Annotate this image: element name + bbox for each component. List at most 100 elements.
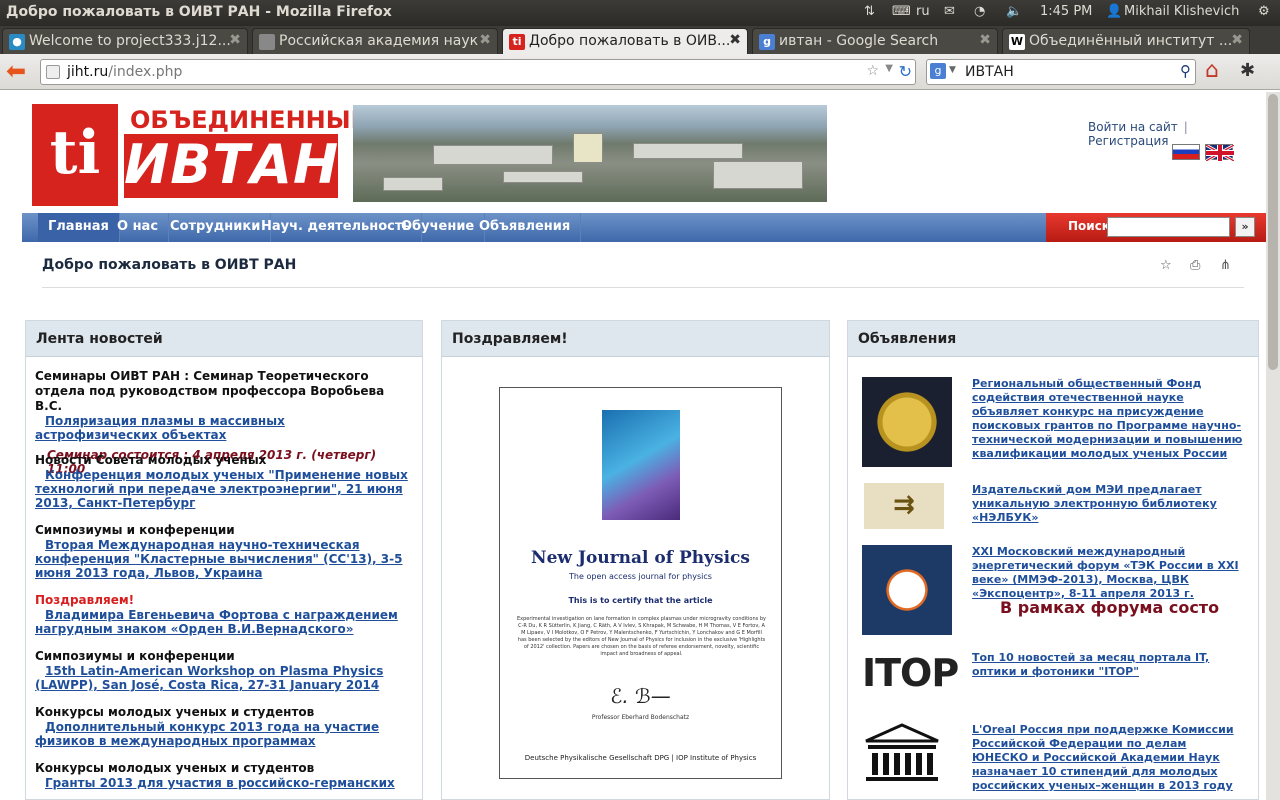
search-bar[interactable]: g ▼ ИВТАН ⚲ bbox=[926, 59, 1196, 85]
page-title: Добро пожаловать в ОИВТ РАН bbox=[42, 257, 297, 273]
reload-icon[interactable]: ↻ bbox=[899, 62, 912, 81]
logo-main-text: ИВТАН bbox=[124, 133, 340, 198]
english-flag-icon[interactable] bbox=[1205, 143, 1235, 163]
close-tab-icon[interactable]: ✖ bbox=[729, 32, 741, 48]
tab-jiht[interactable]: ti Добро пожаловать в ОИВ... ✖ bbox=[502, 28, 748, 54]
announcement-link[interactable]: Региональный общественный Фонд содействи… bbox=[972, 377, 1244, 461]
bookmark-star-icon[interactable]: ☆ bbox=[866, 63, 879, 79]
tab-strip: ● Welcome to project333.j12... ✖ Российс… bbox=[0, 26, 1280, 76]
tek-logo-icon[interactable] bbox=[862, 545, 952, 635]
home-icon[interactable]: ⌂ bbox=[1205, 58, 1219, 83]
scrollbar-thumb[interactable] bbox=[1268, 94, 1278, 370]
search-bar-value: ИВТАН bbox=[965, 64, 1014, 80]
news-category: Конкурсы молодых ученых и студентов bbox=[35, 705, 315, 719]
news-category: Конкурсы молодых ученых и студентов bbox=[35, 761, 315, 775]
user-icon[interactable]: 👤 bbox=[1106, 4, 1122, 19]
forum-marquee: В рамках форума состо bbox=[1000, 598, 1220, 617]
url-host: jiht.ru bbox=[67, 64, 109, 80]
window-title: Добро пожаловать в ОИВТ РАН - Mozilla Fi… bbox=[6, 4, 392, 20]
congrats-heading: Поздравляем! bbox=[442, 321, 829, 357]
volume-icon[interactable]: 🔈 bbox=[1006, 4, 1022, 19]
register-link[interactable]: Регистрация bbox=[1088, 134, 1168, 148]
tab-project333[interactable]: ● Welcome to project333.j12... ✖ bbox=[2, 28, 248, 54]
news-link[interactable]: Гранты 2013 для участия в российско-герм… bbox=[35, 776, 410, 790]
news-link[interactable]: Вторая Международная научно-техническая … bbox=[35, 538, 410, 580]
unesco-logo-icon[interactable] bbox=[862, 723, 952, 783]
mail-icon[interactable]: ✉ bbox=[944, 4, 955, 19]
site-search-input[interactable] bbox=[1107, 217, 1230, 237]
news-item: Поздравляем! Владимира Евгеньевича Форто… bbox=[35, 593, 410, 636]
sitemap-icon[interactable]: ⋔ bbox=[1220, 258, 1231, 273]
network-icon[interactable]: ⇅ bbox=[864, 4, 875, 19]
news-item: Конкурсы молодых ученых и студентов Допо… bbox=[35, 705, 410, 748]
login-link[interactable]: Войти на сайт bbox=[1088, 120, 1178, 134]
signature: ℰ. ℬ— bbox=[610, 684, 671, 708]
itop-logo-icon[interactable]: ITOP bbox=[862, 651, 959, 695]
news-category: Симпозиумы и конференции bbox=[35, 523, 235, 537]
user-name[interactable]: Mikhail Klishevich bbox=[1124, 4, 1239, 19]
close-tab-icon[interactable]: ✖ bbox=[979, 32, 991, 48]
power-icon[interactable]: ⚙ bbox=[1258, 4, 1270, 19]
keyboard-icon[interactable]: ⌨ bbox=[892, 4, 911, 19]
news-item: Симпозиумы и конференции 15th Latin-Amer… bbox=[35, 649, 410, 692]
news-link[interactable]: 15th Latin-American Workshop on Plasma P… bbox=[35, 664, 410, 692]
drupal-icon: ● bbox=[9, 34, 25, 50]
url-dropdown-icon[interactable]: ▼ bbox=[885, 63, 893, 74]
url-bar[interactable]: jiht.ru/index.php ☆ ▼ ↻ bbox=[40, 59, 916, 85]
news-link[interactable]: Поляризация плазмы в массивных астрофизи… bbox=[35, 414, 410, 442]
menu-announcements[interactable]: Объявления bbox=[469, 213, 582, 242]
close-tab-icon[interactable]: ✖ bbox=[229, 32, 241, 48]
tab-google[interactable]: g ивтан - Google Search ✖ bbox=[752, 28, 998, 54]
certificate-footer: Deutsche Physikalische Gesellschaft DPG … bbox=[524, 754, 757, 762]
news-category: Новости Совета молодых ученых bbox=[35, 453, 267, 467]
site-identity-icon[interactable] bbox=[46, 65, 60, 79]
back-button[interactable]: ⬅ bbox=[6, 59, 32, 84]
print-icon[interactable]: ⎙ bbox=[1190, 258, 1200, 273]
mei-logo-icon[interactable]: ⇉ bbox=[864, 483, 944, 529]
medal-icon[interactable] bbox=[862, 377, 952, 467]
journal-cover bbox=[602, 410, 680, 520]
tab-wikipedia[interactable]: W Объединённый институт ... ✖ bbox=[1002, 28, 1250, 54]
logo-mark: ti bbox=[32, 104, 118, 206]
certificate-title: New Journal of Physics bbox=[531, 548, 750, 568]
addon-icon[interactable]: ✱ bbox=[1240, 60, 1255, 81]
announcement-link[interactable]: L'Oreal Россия при поддержке Комиссии Ро… bbox=[972, 723, 1244, 793]
announcement-link[interactable]: XXI Московский международный энергетичес… bbox=[972, 545, 1244, 601]
certificate-signer: Professor Eberhard Bodenschatz bbox=[591, 714, 690, 721]
announcement-link[interactable]: Топ 10 новостей за месяц портала IT, опт… bbox=[972, 651, 1244, 679]
wikipedia-icon: W bbox=[1009, 34, 1025, 50]
announcement-link[interactable]: Издательский дом МЭИ предлагает уникальн… bbox=[972, 483, 1244, 525]
news-heading: Лента новостей bbox=[26, 321, 422, 357]
close-tab-icon[interactable]: ✖ bbox=[1231, 32, 1243, 48]
clock[interactable]: 1:45 PM bbox=[1040, 4, 1092, 19]
news-category: Поздравляем! bbox=[35, 593, 135, 607]
russian-flag-icon[interactable] bbox=[1172, 144, 1200, 160]
keyboard-layout[interactable]: ru bbox=[916, 4, 930, 19]
news-link[interactable]: Владимира Евгеньевича Фортова с награжде… bbox=[35, 608, 410, 636]
site-search-label: Поиск bbox=[1068, 219, 1110, 233]
close-tab-icon[interactable]: ✖ bbox=[479, 32, 491, 48]
wifi-icon[interactable]: ◔ bbox=[974, 4, 985, 19]
certificate-image[interactable]: New Journal of Physics The open access j… bbox=[499, 387, 782, 779]
favorite-icon[interactable]: ☆ bbox=[1160, 258, 1172, 273]
search-engine-icon[interactable]: g bbox=[930, 63, 946, 79]
news-link[interactable]: Конференция молодых ученых "Применение н… bbox=[35, 468, 410, 510]
title-divider bbox=[42, 287, 1244, 288]
site-logo[interactable]: ti ОБЪЕДИНЕННЫЙ ИВТАН bbox=[32, 104, 371, 206]
system-top-bar: Добро пожаловать в ОИВТ РАН - Mozilla Fi… bbox=[0, 0, 1280, 26]
news-category: Семинары ОИВТ РАН : Семинар Теоретическо… bbox=[35, 369, 385, 413]
auth-separator: | bbox=[1183, 120, 1188, 134]
search-icon[interactable]: ⚲ bbox=[1180, 62, 1191, 80]
tab-ras[interactable]: Российская академия наук ✖ bbox=[252, 28, 498, 54]
header-photo bbox=[353, 105, 827, 202]
site-search-button[interactable]: » bbox=[1235, 217, 1255, 237]
page-scrollbar[interactable] bbox=[1266, 92, 1280, 800]
news-link[interactable]: Дополнительный конкурс 2013 года на учас… bbox=[35, 720, 410, 748]
search-engine-dropdown-icon[interactable]: ▼ bbox=[949, 65, 956, 75]
news-item: Конкурсы молодых ученых и студентов Гран… bbox=[35, 761, 410, 790]
navigation-toolbar: ⬅ jiht.ru/index.php ☆ ▼ ↻ g ▼ ИВТАН ⚲ ⌂ … bbox=[0, 54, 1280, 90]
url-path: /index.php bbox=[108, 64, 183, 80]
announcements-panel: Объявления Региональный общественный Фон… bbox=[847, 320, 1259, 800]
congrats-panel: Поздравляем! New Journal of Physics The … bbox=[441, 320, 830, 800]
news-item: Симпозиумы и конференции Вторая Междунар… bbox=[35, 523, 410, 580]
